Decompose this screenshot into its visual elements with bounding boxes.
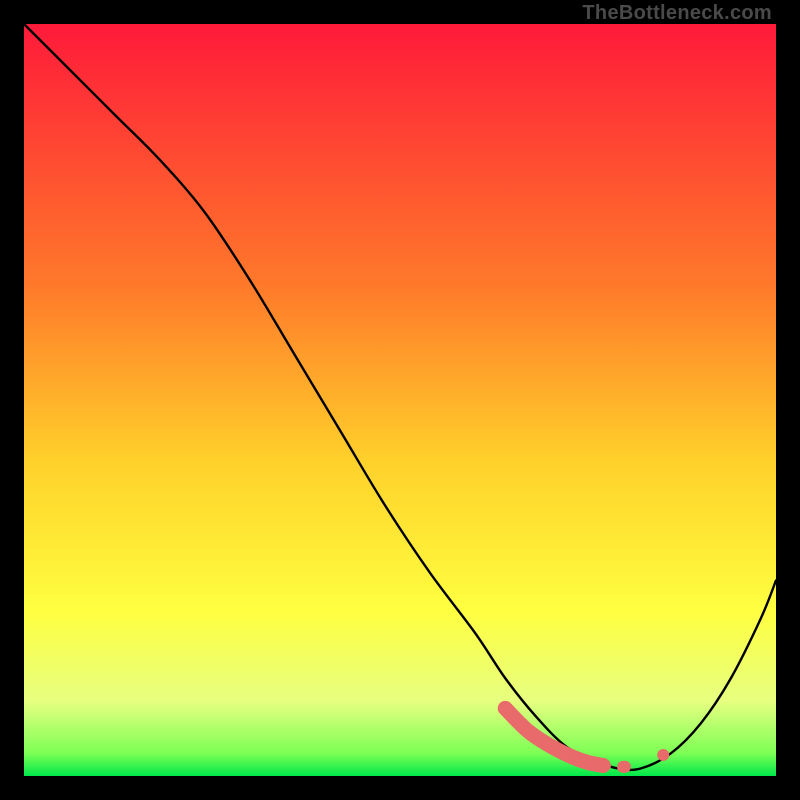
bottleneck-chart bbox=[24, 24, 776, 776]
watermark-text: TheBottleneck.com bbox=[582, 2, 772, 25]
chart-frame bbox=[24, 24, 776, 776]
optimal-point-marker bbox=[657, 749, 669, 761]
